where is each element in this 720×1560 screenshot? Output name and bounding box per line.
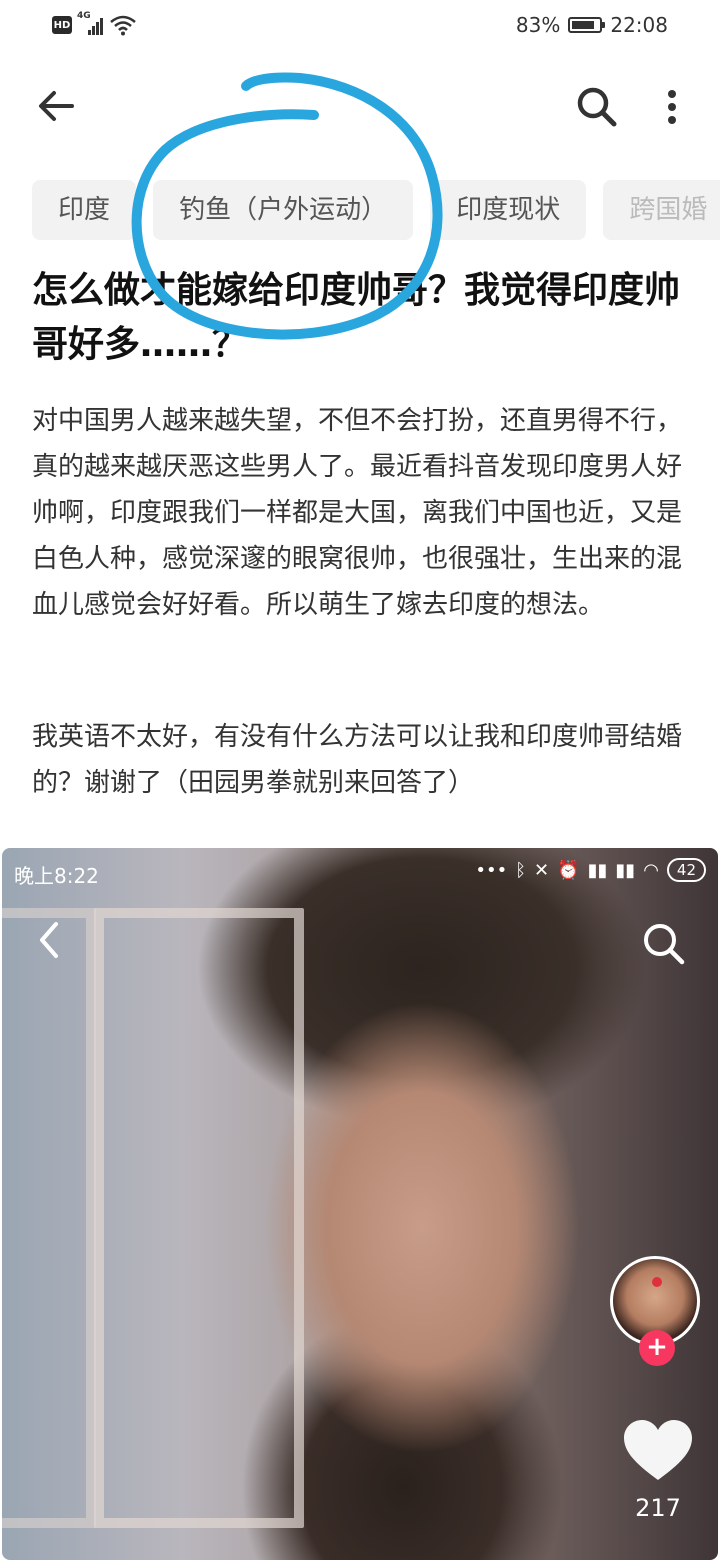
- embedded-battery: 42: [666, 858, 706, 882]
- status-bar: HD 4G 83% 22:08: [0, 0, 720, 50]
- search-icon: [644, 924, 685, 965]
- search-button[interactable]: [572, 82, 622, 132]
- chevron-left-icon: [40, 922, 58, 958]
- wifi-icon: ◠: [643, 859, 659, 881]
- embedded-status-icons: ••• ᛒ ✕ ⏰ ▮▮ ▮▮ ◠ 42: [475, 858, 706, 882]
- tag-fishing[interactable]: 钓鱼（户外运动）: [153, 180, 414, 240]
- question-title[interactable]: 怎么做才能嫁给印度帅哥？我觉得印度帅哥好多……？: [32, 264, 692, 372]
- more-button[interactable]: [652, 82, 692, 132]
- status-right: 83% 22:08: [516, 12, 668, 38]
- mute-icon: ✕: [534, 859, 550, 881]
- ellipsis-icon: •••: [475, 859, 508, 881]
- cell-signal-icon: 4G: [77, 11, 103, 35]
- heart-icon: [624, 1420, 692, 1480]
- status-left: HD 4G: [52, 11, 137, 38]
- bindi-mark: [652, 1277, 662, 1287]
- arrow-left-icon: [39, 91, 74, 121]
- alarm-icon: ⏰: [557, 859, 580, 881]
- search-icon: [577, 87, 617, 127]
- embedded-video-screenshot[interactable]: 晚上8:22 ••• ᛒ ✕ ⏰ ▮▮ ▮▮ ◠ 42 + 217: [2, 848, 718, 1560]
- bluetooth-icon: ᛒ: [515, 859, 527, 881]
- question-description: 对中国男人越来越失望，不但不会打扮，还直男得不行，真的越来越厌恶这些男人了。最近…: [32, 406, 683, 620]
- topic-tags: 印度 钓鱼（户外运动） 印度现状 跨国婚: [32, 180, 720, 242]
- battery-icon: [568, 17, 606, 33]
- embedded-search-button[interactable]: [640, 920, 688, 968]
- clock: 22:08: [610, 13, 668, 37]
- embedded-clock: 晚上8:22: [14, 864, 99, 888]
- back-button[interactable]: [30, 80, 82, 132]
- embedded-status-bar: 晚上8:22 ••• ᛒ ✕ ⏰ ▮▮ ▮▮ ◠ 42: [2, 848, 718, 896]
- more-vertical-icon: [668, 90, 676, 124]
- signal-icon: ▮▮: [587, 859, 608, 881]
- signal-icon: ▮▮: [615, 859, 636, 881]
- wifi-icon: [110, 15, 136, 36]
- question-description-2: 我英语不太好，有没有什么方法可以让我和印度帅哥结婚的？谢谢了（田园男拳就别来回答…: [32, 722, 683, 798]
- top-nav: [0, 60, 720, 150]
- like-button[interactable]: [622, 1418, 694, 1484]
- battery-percent: 83%: [515, 13, 561, 37]
- tag-transnational-marriage[interactable]: 跨国婚: [603, 180, 720, 240]
- tag-india-status[interactable]: 印度现状: [430, 180, 587, 240]
- follow-button[interactable]: +: [639, 1330, 675, 1366]
- like-count: 217: [635, 1494, 681, 1522]
- background-window: [94, 908, 304, 1528]
- tag-india[interactable]: 印度: [32, 180, 137, 240]
- network-type-label: 4G: [77, 11, 91, 21]
- hd-badge: HD: [52, 16, 72, 34]
- embedded-back-button[interactable]: [32, 918, 66, 962]
- background-window: [2, 908, 96, 1528]
